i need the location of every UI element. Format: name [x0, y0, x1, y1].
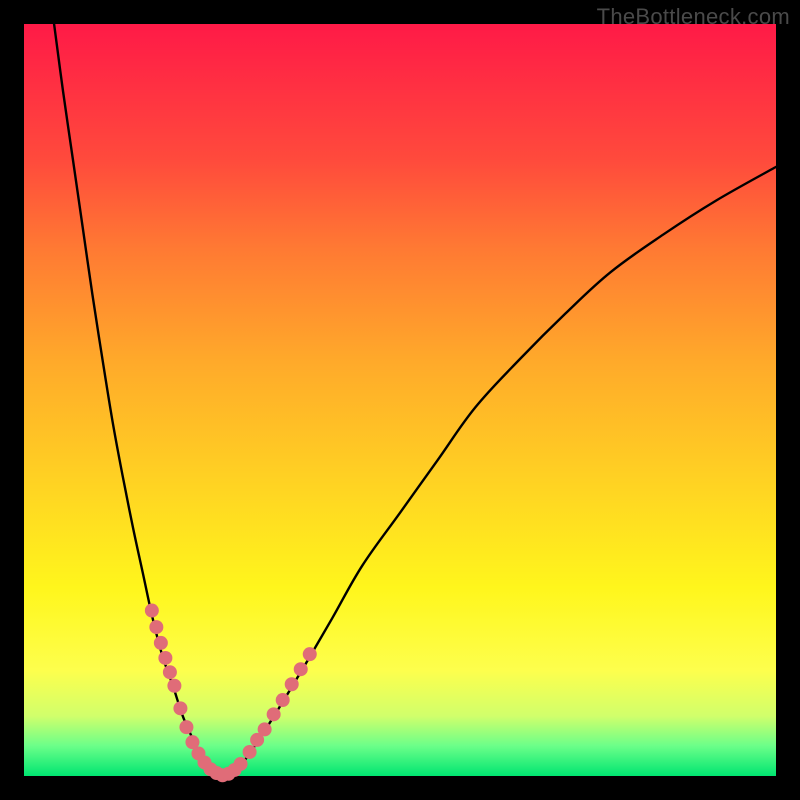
bead-marker: [149, 620, 163, 634]
bead-marker-group: [145, 604, 317, 783]
bead-marker: [173, 701, 187, 715]
curve-right-branch: [223, 167, 776, 776]
bead-marker: [158, 651, 172, 665]
bead-marker: [303, 647, 317, 661]
bead-marker: [179, 720, 193, 734]
curve-left-branch: [54, 24, 223, 776]
bead-marker: [145, 604, 159, 618]
bottleneck-chart: [0, 0, 800, 800]
bead-marker: [258, 722, 272, 736]
bead-marker: [234, 757, 248, 771]
bead-marker: [167, 679, 181, 693]
watermark-label: TheBottleneck.com: [597, 4, 790, 30]
bead-marker: [163, 665, 177, 679]
bead-marker: [276, 693, 290, 707]
bead-marker: [243, 745, 257, 759]
bead-marker: [154, 636, 168, 650]
bead-marker: [285, 677, 299, 691]
bead-marker: [267, 707, 281, 721]
bead-marker: [294, 662, 308, 676]
